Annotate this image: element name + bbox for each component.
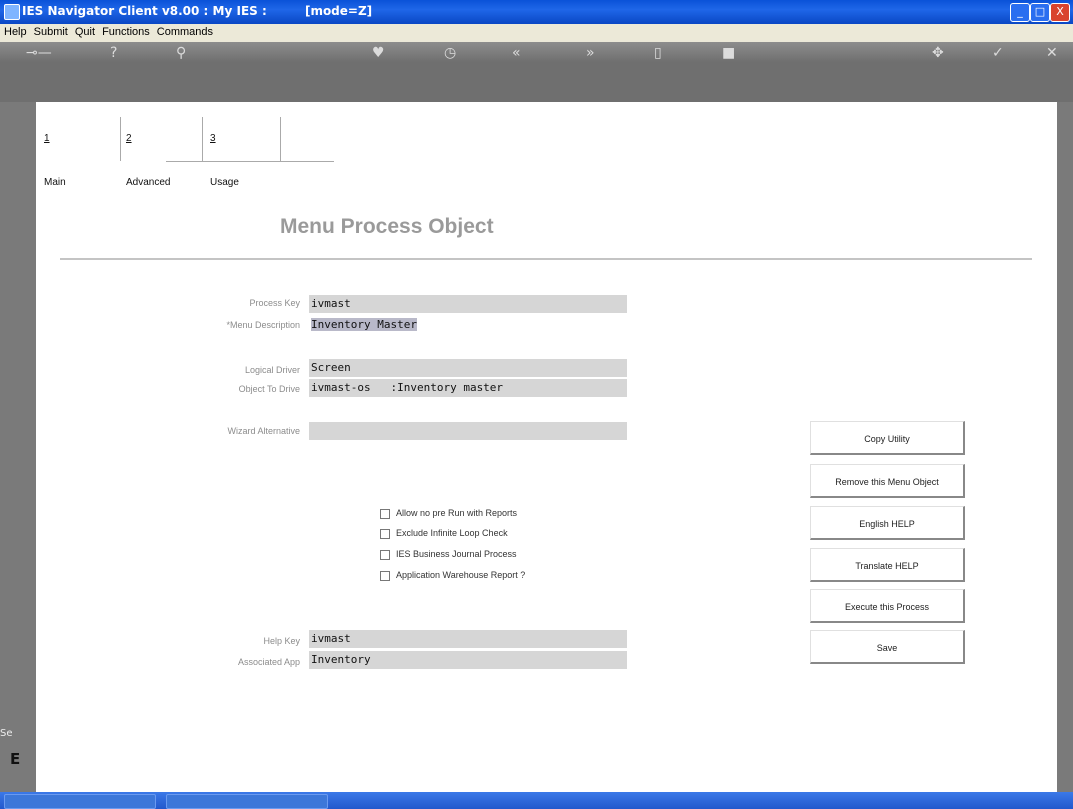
title-bar: IES Navigator Client v8.00 : My IES : [m… — [0, 0, 1073, 24]
associated-app-label: Associated App — [237, 657, 300, 667]
menu-bar: Help Submit Quit Functions Commands — [0, 24, 1073, 42]
menu-quit[interactable]: Quit — [71, 24, 98, 38]
menu-commands[interactable]: Commands — [153, 24, 216, 38]
tab-advanced[interactable]: 2 Advanced — [126, 117, 170, 188]
forward-icon[interactable]: » — [586, 45, 595, 61]
left-sidebar-strip — [0, 102, 36, 792]
window-mode-text: [mode=Z] — [304, 4, 373, 18]
save-button[interactable]: Save — [810, 630, 965, 664]
menu-description-field[interactable]: Inventory Master — [309, 316, 627, 334]
menu-description-label: *Menu Description — [226, 320, 300, 330]
search-icon[interactable]: ⚲ — [176, 45, 186, 61]
logical-driver-label: Logical Driver — [244, 365, 300, 375]
object-to-drive-field[interactable]: ivmast-os :Inventory master — [309, 379, 627, 397]
process-key-field[interactable]: ivmast — [309, 295, 627, 313]
menu-description-value: Inventory Master — [311, 318, 417, 331]
associated-app-field[interactable]: Inventory — [309, 651, 627, 669]
menu-help[interactable]: Help — [0, 24, 30, 38]
close-button[interactable]: X — [1050, 3, 1070, 22]
process-key-label: Process Key — [249, 298, 300, 308]
taskbar-item[interactable] — [4, 794, 156, 809]
divider — [60, 258, 1032, 260]
close-icon[interactable]: ✕ — [1046, 45, 1058, 61]
side-text: Se — [0, 728, 13, 739]
associated-app-value: Inventory — [311, 653, 371, 666]
checkbox-exclude-infinite-loop[interactable]: Exclude Infinite Loop Check — [380, 528, 508, 539]
menu-functions[interactable]: Functions — [98, 24, 153, 38]
object-to-drive-label: Object To Drive — [238, 384, 300, 394]
checkbox-box[interactable] — [380, 570, 390, 581]
checkbox-box[interactable] — [380, 549, 390, 560]
help-key-value: ivmast — [311, 632, 351, 645]
side-glyph: E — [10, 750, 21, 768]
taskbar-item[interactable] — [166, 794, 328, 809]
right-sidebar-strip — [1057, 102, 1073, 792]
checkbox-ies-business-journal[interactable]: IES Business Journal Process — [380, 549, 517, 560]
wizard-alternative-field[interactable] — [309, 422, 627, 440]
help-key-field[interactable]: ivmast — [309, 630, 627, 648]
translate-help-button[interactable]: Translate HELP — [810, 548, 965, 582]
menu-submit[interactable]: Submit — [30, 24, 71, 38]
minimize-button[interactable]: _ — [1010, 3, 1030, 22]
clock-icon[interactable]: ◷ — [444, 45, 456, 61]
move-icon[interactable]: ✥ — [932, 45, 944, 61]
maximize-button[interactable]: □ — [1030, 3, 1050, 22]
tab-usage[interactable]: 3 Usage — [210, 117, 239, 188]
remove-menu-object-button[interactable]: Remove this Menu Object — [810, 464, 965, 498]
tab-main[interactable]: 1 Main — [44, 117, 66, 188]
logical-driver-field[interactable]: Screen — [309, 359, 627, 377]
window-title-text: IES Navigator Client v8.00 : My IES : — [22, 4, 267, 18]
checkbox-allow-no-pre-run[interactable]: Allow no pre Run with Reports — [380, 508, 517, 519]
toolbar: ⊸— ? ⚲ ♥ ◷ « » ▯ ■ ✥ ✓ ✕ — [0, 42, 1073, 104]
process-key-value: ivmast — [311, 297, 351, 310]
key-icon[interactable]: ⊸— — [26, 45, 52, 61]
taskbar — [0, 792, 1073, 809]
stop-icon[interactable]: ■ — [722, 45, 735, 61]
wizard-alternative-label: Wizard Alternative — [227, 426, 300, 436]
rewind-icon[interactable]: « — [512, 45, 521, 61]
copy-icon[interactable]: ▯ — [654, 45, 662, 61]
check-icon[interactable]: ✓ — [992, 45, 1004, 61]
heart-icon[interactable]: ♥ — [372, 45, 385, 61]
execute-process-button[interactable]: Execute this Process — [810, 589, 965, 623]
object-to-drive-value: ivmast-os :Inventory master — [311, 381, 504, 394]
help-icon[interactable]: ? — [110, 45, 117, 61]
window-title: IES Navigator Client v8.00 : My IES : [m… — [22, 4, 372, 18]
help-key-label: Help Key — [263, 636, 300, 646]
page-title: Menu Process Object — [280, 215, 494, 238]
logical-driver-value: Screen — [311, 361, 351, 374]
checkbox-box[interactable] — [380, 528, 390, 539]
copy-utility-button[interactable]: Copy Utility — [810, 421, 965, 455]
checkbox-application-warehouse[interactable]: Application Warehouse Report ? — [380, 570, 525, 581]
app-icon — [4, 4, 20, 20]
checkbox-box[interactable] — [380, 508, 390, 519]
english-help-button[interactable]: English HELP — [810, 506, 965, 540]
